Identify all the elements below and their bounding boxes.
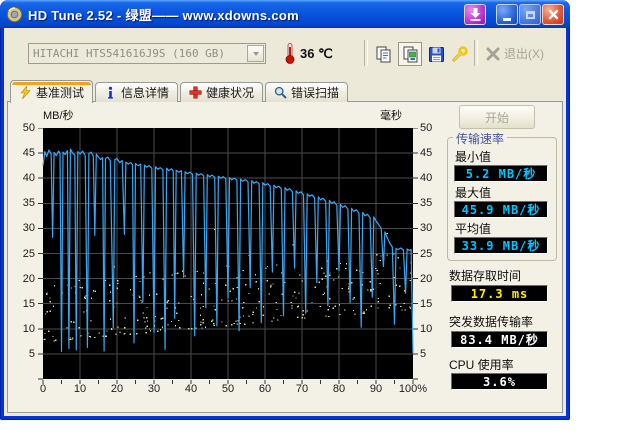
- axis-tick-label: 10: [420, 322, 433, 335]
- tab-error-scan[interactable]: 错误扫描: [265, 82, 349, 102]
- thermometer-icon: [284, 42, 296, 69]
- cpu-usage-display: 3.6%: [451, 373, 548, 390]
- info-icon: [108, 86, 113, 99]
- tab-label: 错误扫描: [291, 86, 340, 100]
- axis-tick-label: 10: [22, 322, 35, 335]
- toolbar-separator: [474, 40, 478, 66]
- avg-value-display: 33.9 MB/秒: [454, 237, 548, 254]
- temperature-value: 36 ℃: [300, 46, 333, 61]
- options-button[interactable]: [447, 42, 471, 66]
- axis-tick-label: 50: [420, 122, 433, 134]
- burst-rate-display: 83.4 MB/秒: [451, 331, 548, 348]
- min-value-display: 5.2 MB/秒: [454, 165, 548, 182]
- tab-label: 基准测试: [36, 85, 85, 100]
- copy-image-button[interactable]: [398, 42, 422, 66]
- lightning-icon: [20, 85, 31, 99]
- floppy-disk-icon: [428, 46, 444, 62]
- axis-tick-label: 45: [22, 147, 35, 160]
- benchmark-plot: [38, 128, 418, 384]
- access-time-display: 17.3 ms: [451, 285, 548, 302]
- chevron-down-icon: [252, 51, 259, 56]
- max-label: 最大值: [455, 186, 492, 200]
- save-button[interactable]: [424, 42, 448, 66]
- close-icon: [548, 9, 558, 20]
- drive-select-value: HITACHI HTS541616J9S (160 GB): [33, 47, 226, 60]
- tab-bar: 基准测试 信息详情 健康状况 错误扫描: [10, 79, 349, 103]
- copy-image-icon: [403, 46, 417, 62]
- axis-tick-label: 40: [22, 172, 35, 185]
- axis-tick-label: 40: [420, 172, 433, 185]
- tab-info[interactable]: 信息详情: [95, 82, 179, 102]
- drive-select-arrow-button[interactable]: [247, 45, 264, 62]
- tab-health[interactable]: 健康状况: [180, 82, 264, 102]
- axis-tick-label: 30: [22, 222, 35, 235]
- minimize-button[interactable]: [496, 4, 518, 25]
- left-axis-title: MB/秒: [43, 110, 74, 122]
- tab-label: 健康状况: [206, 86, 255, 100]
- app-icon: [6, 6, 23, 23]
- axis-tick-label: 5: [28, 347, 35, 360]
- tab-benchmark[interactable]: 基准测试: [10, 80, 94, 103]
- maximize-icon: [525, 10, 535, 19]
- window-title-bar[interactable]: HD Tune 2.52 - 绿盟—— www.xdowns.com: [0, 0, 570, 28]
- max-value-display: 45.9 MB/秒: [454, 201, 548, 218]
- axis-tick-label: 25: [420, 247, 433, 260]
- tab-label: 信息详情: [121, 86, 170, 100]
- exit-x-icon: [486, 47, 500, 60]
- avg-label: 平均值: [455, 222, 492, 236]
- copy-button[interactable]: [371, 42, 395, 66]
- axis-tick-label: 20: [22, 272, 35, 285]
- maximize-button[interactable]: [519, 4, 541, 25]
- download-icon: [470, 8, 480, 21]
- cpu-usage-label: CPU 使用率: [449, 358, 514, 372]
- options-icon: [452, 45, 468, 61]
- copy-icon: [376, 46, 390, 62]
- axis-tick-label: 5: [420, 347, 427, 360]
- axis-tick-label: 50: [22, 122, 35, 134]
- exit-label: 退出(X): [504, 47, 544, 61]
- axis-tick-label: 30: [420, 222, 433, 235]
- axis-tick-label: 25: [22, 247, 35, 260]
- tab-page-benchmark: MB/秒 毫秒 50 45 40 35 30 25 20 15 10 5 50 45 40 35 30 25 2…: [7, 101, 563, 413]
- drive-select[interactable]: HITACHI HTS541616J9S (160 GB): [28, 43, 266, 64]
- minimize-icon: [503, 17, 511, 21]
- download-button[interactable]: [464, 4, 486, 25]
- window-title: HD Tune 2.52 - 绿盟—— www.xdowns.com: [28, 7, 299, 23]
- axis-tick-label: 45: [420, 147, 433, 160]
- axis-tick-label: 35: [420, 197, 433, 210]
- group-title: 传输速率: [453, 130, 508, 147]
- close-button[interactable]: [542, 4, 564, 25]
- magnifier-icon: [274, 86, 287, 99]
- access-time-label: 数据存取时间: [449, 269, 522, 283]
- toolbar-separator: [364, 40, 368, 66]
- start-button[interactable]: 开始: [459, 105, 535, 129]
- app-window: HD Tune 2.52 - 绿盟—— www.xdowns.com HITAC…: [0, 0, 570, 420]
- axis-tick-label: 20: [420, 272, 433, 285]
- burst-rate-label: 突发数据传输率: [449, 315, 534, 329]
- axis-tick-label: 35: [22, 197, 35, 210]
- right-axis-title: 毫秒: [380, 110, 402, 122]
- exit-button[interactable]: 退出(X): [486, 45, 544, 62]
- transfer-rate-group: 传输速率 最小值 5.2 MB/秒 最大值 45.9 MB/秒 平均值 33.9…: [447, 130, 557, 261]
- health-cross-icon: [189, 86, 202, 99]
- min-label: 最小值: [455, 150, 492, 164]
- screen-background: HD Tune 2.52 - 绿盟—— www.xdowns.com HITAC…: [0, 0, 640, 431]
- axis-tick-label: 15: [420, 297, 433, 310]
- axis-tick-label: 15: [22, 297, 35, 310]
